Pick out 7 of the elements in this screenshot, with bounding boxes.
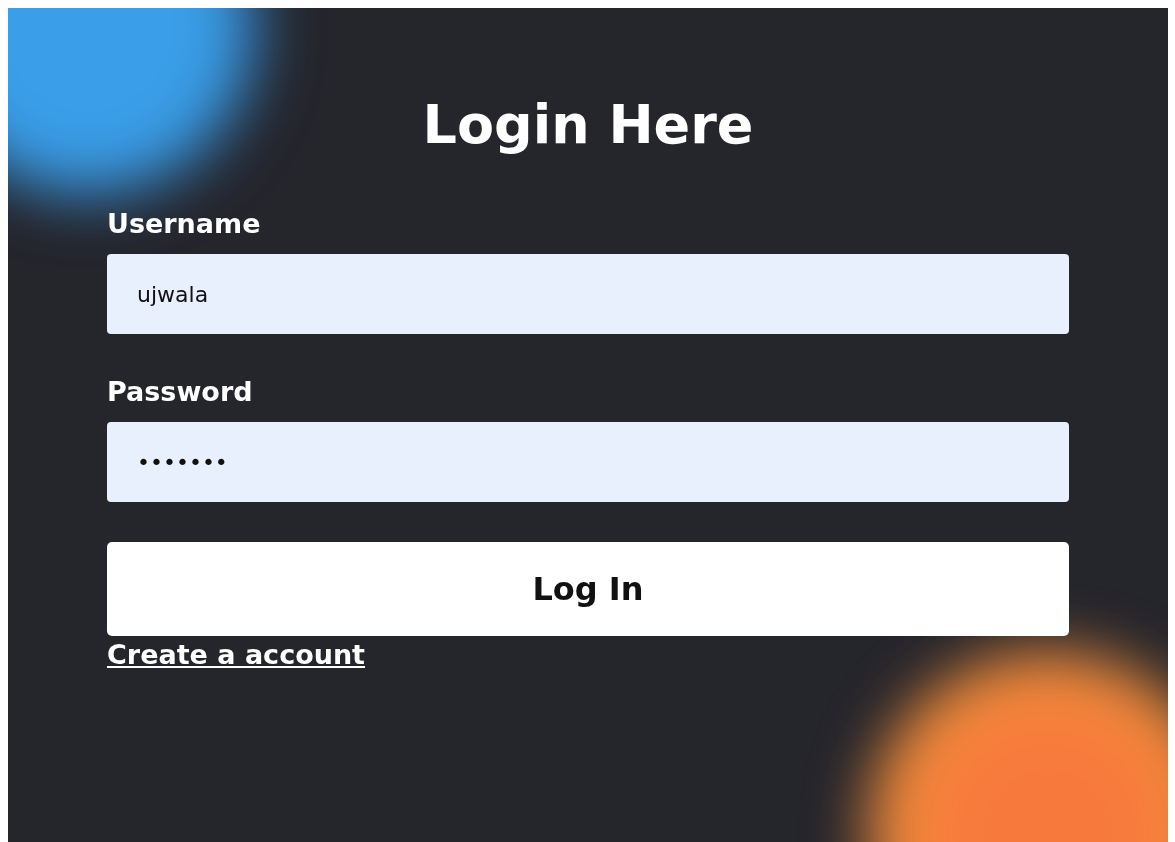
field-label: Username — [107, 207, 261, 241]
login-button[interactable]: Log In — [107, 542, 1069, 636]
input-field[interactable]: ujwala — [107, 254, 1069, 334]
field-label: Password — [107, 375, 253, 409]
input-field[interactable]: ••••••• — [107, 422, 1069, 502]
login-title: Login Here — [421, 92, 755, 158]
create-account-link[interactable]: Create a account — [107, 636, 366, 674]
